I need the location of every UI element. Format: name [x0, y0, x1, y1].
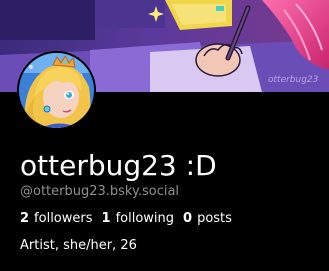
followers-link[interactable]: 2 followers: [20, 211, 93, 227]
profile-stats: 2 followers 1 following 0 posts: [20, 211, 232, 227]
banner-watermark: otterbug23: [268, 75, 319, 85]
followers-label: followers: [34, 211, 93, 226]
following-label: following: [115, 211, 175, 226]
posts-stat: 0 posts: [183, 211, 232, 227]
posts-count: 0: [183, 211, 193, 226]
avatar-artwork: [19, 53, 94, 128]
profile-handle: @otterbug23.bsky.social: [20, 184, 180, 199]
profile-header: otterbug23 otterbug23:D @otterbug23.bsk…: [0, 0, 329, 271]
display-name: otterbug23 :D: [20, 149, 217, 182]
following-count: 1: [101, 211, 111, 226]
profile-description: Artist, she/her, 26: [20, 238, 137, 253]
following-link[interactable]: 1 following: [102, 211, 175, 227]
followers-count: 2: [20, 211, 30, 226]
posts-label: posts: [197, 211, 232, 226]
avatar[interactable]: [17, 51, 96, 130]
